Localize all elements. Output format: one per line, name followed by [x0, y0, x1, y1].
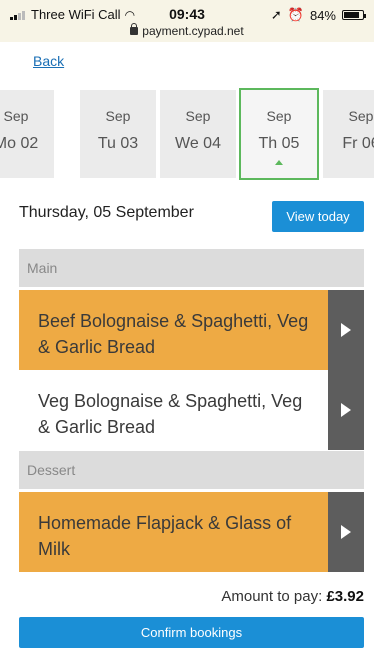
lock-icon: [130, 23, 139, 35]
section-header-dessert: Dessert: [19, 451, 364, 489]
menu-item-line1: Homemade Flapjack & Glass of: [38, 513, 292, 533]
date-cell-tu03[interactable]: Sep Tu 03: [80, 90, 156, 178]
menu-item-details-button[interactable]: [328, 492, 364, 572]
date-cell-th05[interactable]: Sep Th 05: [239, 88, 319, 180]
confirm-bookings-button[interactable]: Confirm bookings: [19, 617, 364, 648]
play-arrow-icon: [341, 525, 351, 539]
menu-item-details-button[interactable]: [328, 290, 364, 370]
status-right: ➚ ⏰ 84%: [270, 7, 366, 23]
date-cell-fr06[interactable]: Sep Fr 06: [323, 90, 374, 178]
amount-to-pay: Amount to pay: £3.92: [221, 588, 364, 605]
date-cell-we04[interactable]: Sep We 04: [160, 90, 236, 178]
date-day: Th 05: [258, 135, 300, 152]
status-bar: Three WiFi Call ◠ 09:43 payment.cypad.ne…: [0, 0, 374, 42]
menu-item-beef-bolognaise[interactable]: Beef Bolognaise & Spaghetti, Veg & Garli…: [19, 290, 364, 370]
battery-icon: [342, 10, 366, 20]
menu-item-line2: & Garlic Bread: [38, 337, 156, 357]
date-day: We 04: [175, 135, 221, 152]
date-month: Sep: [185, 108, 211, 124]
date-month: Sep: [3, 108, 29, 124]
back-link[interactable]: Back: [33, 53, 64, 69]
date-month: Sep: [348, 108, 374, 124]
selected-date-title: Thursday, 05 September: [19, 204, 194, 221]
menu-item-line1: Beef Bolognaise & Spaghetti, Veg: [38, 311, 309, 331]
selected-date-marker-icon: [275, 160, 283, 165]
menu-item-veg-bolognaise[interactable]: Veg Bolognaise & Spaghetti, Veg & Garlic…: [19, 370, 364, 450]
menu-item-line2: Milk: [38, 539, 70, 559]
url-text: payment.cypad.net: [142, 24, 244, 38]
menu-item-text: Homemade Flapjack & Glass of Milk: [19, 492, 328, 572]
date-cell-mo02[interactable]: Sep Mo 02: [0, 90, 54, 178]
location-icon: ➚: [270, 7, 282, 22]
menu-item-line1: Veg Bolognaise & Spaghetti, Veg: [38, 391, 303, 411]
url-bar[interactable]: payment.cypad.net: [0, 23, 374, 38]
amount-label: Amount to pay:: [221, 588, 323, 605]
menu-item-text: Veg Bolognaise & Spaghetti, Veg & Garlic…: [19, 370, 328, 450]
amount-value: £3.92: [326, 588, 364, 605]
menu-item-flapjack[interactable]: Homemade Flapjack & Glass of Milk: [19, 492, 364, 572]
booking-page: Three WiFi Call ◠ 09:43 payment.cypad.ne…: [0, 0, 374, 663]
date-month: Sep: [266, 108, 292, 124]
play-arrow-icon: [341, 323, 351, 337]
date-day: Tu 03: [97, 135, 139, 152]
menu-item-line2: & Garlic Bread: [38, 417, 156, 437]
date-day: Fr 06: [342, 135, 374, 152]
view-today-button[interactable]: View today: [272, 201, 364, 232]
date-day: Mo 02: [0, 135, 39, 152]
section-header-main: Main: [19, 249, 364, 287]
menu-item-details-button[interactable]: [328, 370, 364, 450]
date-strip[interactable]: Sep Mo 02 Sep Tu 03 Sep We 04 Sep Th 05 …: [0, 88, 374, 180]
menu-item-text: Beef Bolognaise & Spaghetti, Veg & Garli…: [19, 290, 328, 370]
battery-percent: 84%: [309, 7, 336, 23]
date-month: Sep: [105, 108, 131, 124]
alarm-icon: ⏰: [287, 7, 304, 22]
play-arrow-icon: [341, 403, 351, 417]
